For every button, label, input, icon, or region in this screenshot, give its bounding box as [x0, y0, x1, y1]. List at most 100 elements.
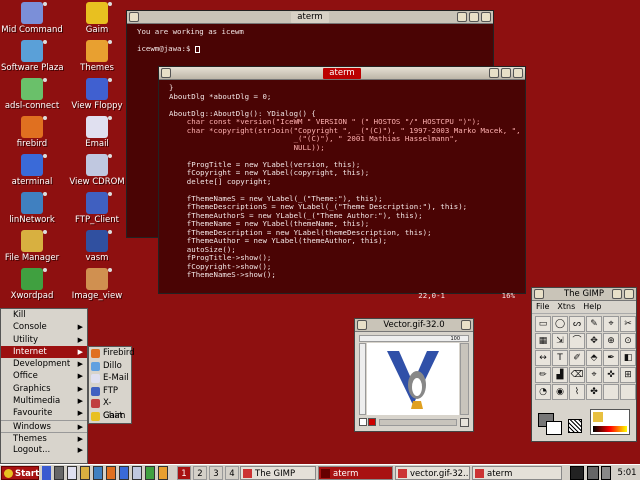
gimp-tool-icon[interactable]: ⊙: [620, 333, 636, 349]
task-button[interactable]: vector.gif-32....: [395, 466, 470, 480]
workspace-button[interactable]: 4: [225, 466, 239, 480]
gradient-preview[interactable]: [590, 409, 630, 435]
desktop-icon[interactable]: FTP_Client: [66, 192, 128, 225]
start-menu-item-internet[interactable]: Internet ▶: [1, 345, 87, 359]
task-button[interactable]: aterm: [318, 466, 393, 480]
workspace-button[interactable]: 1: [177, 466, 191, 480]
desktop-icon[interactable]: File Manager: [1, 230, 63, 263]
gimp-tool-icon[interactable]: ✥: [586, 333, 602, 349]
menu-file[interactable]: File: [536, 302, 549, 312]
file-manager-launcher-icon[interactable]: [80, 466, 90, 480]
aterm-window-front[interactable]: aterm } AboutDlg *aboutDlg = 0; AboutDlg:…: [158, 66, 526, 300]
vertical-scrollbar[interactable]: [460, 343, 469, 415]
image-titlebar[interactable]: Vector.gif-32.0: [355, 319, 473, 332]
window-menu-icon[interactable]: [129, 12, 139, 22]
window-menu-icon[interactable]: [161, 68, 171, 78]
submenu-item-gaim[interactable]: Gaim: [89, 410, 131, 423]
gimp-tool-icon[interactable]: ⌖: [603, 316, 619, 332]
gimp-tool-icon[interactable]: [620, 384, 636, 400]
browser-launcher-icon[interactable]: [106, 466, 116, 480]
minimize-icon[interactable]: [489, 68, 499, 78]
brush-preview[interactable]: [568, 419, 582, 433]
gimp-tool-icon[interactable]: T: [552, 350, 568, 366]
cdrom-launcher-icon[interactable]: [132, 466, 142, 480]
wordpad-launcher-icon[interactable]: [145, 466, 155, 480]
close-icon[interactable]: [461, 320, 471, 330]
desktop-icon[interactable]: Mid Command: [1, 2, 63, 35]
gimp-tool-icon[interactable]: ✒: [603, 350, 619, 366]
gimp-tool-icon[interactable]: ✎: [586, 316, 602, 332]
gimp-tool-icon[interactable]: ✏: [535, 367, 551, 383]
desktop-icon[interactable]: linNetwork: [1, 192, 63, 225]
mail-launcher-icon[interactable]: [67, 466, 77, 480]
gimp-tool-icon[interactable]: ◉: [552, 384, 568, 400]
desktop-icon[interactable]: vasm: [66, 230, 128, 263]
task-button[interactable]: The GIMP: [240, 466, 316, 480]
gimp-tool-icon[interactable]: ◧: [620, 350, 636, 366]
gimp-tool-icon[interactable]: ▟: [552, 367, 568, 383]
minimize-icon[interactable]: [457, 12, 467, 22]
horizontal-scrollbar[interactable]: [379, 419, 457, 426]
terminal-output[interactable]: You are working as icewm icewm@jawa:$: [127, 24, 493, 58]
gimp-tool-icon[interactable]: ⊞: [620, 367, 636, 383]
gimp-tool-icon[interactable]: ⌖: [586, 367, 602, 383]
maximize-icon[interactable]: [501, 68, 511, 78]
submenu-item-xchat[interactable]: X-Chat: [89, 397, 131, 421]
close-icon[interactable]: [513, 68, 523, 78]
gimp-tool-icon[interactable]: ⌫: [569, 367, 585, 383]
workspace-button[interactable]: 3: [209, 466, 223, 480]
maximize-icon[interactable]: [469, 12, 479, 22]
desktop-icon[interactable]: Software Plaza: [1, 40, 64, 73]
gimp-tool-icon[interactable]: ▭: [535, 316, 551, 332]
window-menu-icon[interactable]: [534, 289, 544, 299]
submenu-item-email[interactable]: E-Mail: [89, 372, 131, 385]
gimp-tool-icon[interactable]: ✐: [569, 350, 585, 366]
gimp-tool-icon[interactable]: [603, 384, 619, 400]
gimp-tool-icon[interactable]: ⊕: [603, 333, 619, 349]
start-menu-item-kill[interactable]: Kill: [1, 309, 87, 321]
start-menu-item-themes[interactable]: Themes ▶: [1, 431, 87, 444]
start-menu-item-logout[interactable]: Logout... ▶: [1, 444, 87, 456]
submenu-item-dillo[interactable]: Dillo: [89, 360, 131, 373]
image-window[interactable]: Vector.gif-32.0 100: [354, 318, 474, 432]
menu-xtns[interactable]: Xtns: [557, 302, 575, 312]
workspace-button[interactable]: 2: [193, 466, 207, 480]
gimp-titlebar[interactable]: The GIMP: [532, 288, 636, 301]
show-desktop-icon[interactable]: [42, 466, 51, 480]
start-menu-item-console[interactable]: Console ▶: [1, 321, 87, 333]
gimp-tool-icon[interactable]: ⌒: [569, 333, 585, 349]
gimp-tool-icon[interactable]: ◔: [535, 384, 551, 400]
quickmask-off-icon[interactable]: [359, 418, 367, 426]
start-menu-item-windows[interactable]: Windows ▶: [1, 419, 87, 432]
gimp-tool-icon[interactable]: ↔: [535, 350, 551, 366]
gimp-tool-icon[interactable]: ⇲: [552, 333, 568, 349]
terminal-launcher-icon[interactable]: [54, 466, 64, 480]
network-launcher-icon[interactable]: [93, 466, 103, 480]
color-swatches[interactable]: [538, 413, 562, 435]
desktop-icon[interactable]: adsl-connect: [1, 78, 63, 111]
window-menu-icon[interactable]: [357, 320, 367, 330]
desktop-icon[interactable]: Xwordpad: [1, 268, 63, 301]
desktop-icon[interactable]: aterminal: [1, 154, 63, 187]
desktop-icon[interactable]: Email: [66, 116, 128, 149]
code-editor-output[interactable]: } AboutDlg *aboutDlg = 0; AboutDlg::About…: [159, 80, 525, 280]
gimp-tool-icon[interactable]: ⌇: [569, 384, 585, 400]
gimp-tool-icon[interactable]: ✜: [603, 367, 619, 383]
desktop-icon[interactable]: firebird: [1, 116, 63, 149]
image-canvas[interactable]: [367, 343, 459, 415]
aterm-titlebar-back[interactable]: aterm: [127, 11, 493, 24]
aterm-titlebar-front[interactable]: aterm: [159, 67, 525, 80]
editor-launcher-icon[interactable]: [119, 466, 129, 480]
gimp-tool-icon[interactable]: ✤: [586, 384, 602, 400]
start-menu-item-graphics[interactable]: Graphics ▶: [1, 383, 87, 395]
gimp-tool-icon[interactable]: ✂: [620, 316, 636, 332]
start-menu-item-multimedia[interactable]: Multimedia ▶: [1, 395, 87, 407]
gimp-toolbox[interactable]: The GIMP File Xtns Help ▭ ◯ ᔕ ✎ ⌖ ✂ ▦ ⇲ ⌒ ✥ ⊕ ⊙ ↔ T ✐ ⬘ ✒ ◧…: [531, 287, 637, 442]
start-menu-item-office[interactable]: Office ▶: [1, 370, 87, 382]
close-icon[interactable]: [481, 12, 491, 22]
task-button[interactable]: aterm: [472, 466, 562, 480]
start-menu-item-favourite[interactable]: Favourite ▶: [1, 407, 87, 419]
submenu-item-firebird[interactable]: Firebird: [89, 347, 135, 360]
start-menu-item-development[interactable]: Development ▶: [1, 358, 87, 370]
quickmask-on-icon[interactable]: [368, 418, 376, 426]
